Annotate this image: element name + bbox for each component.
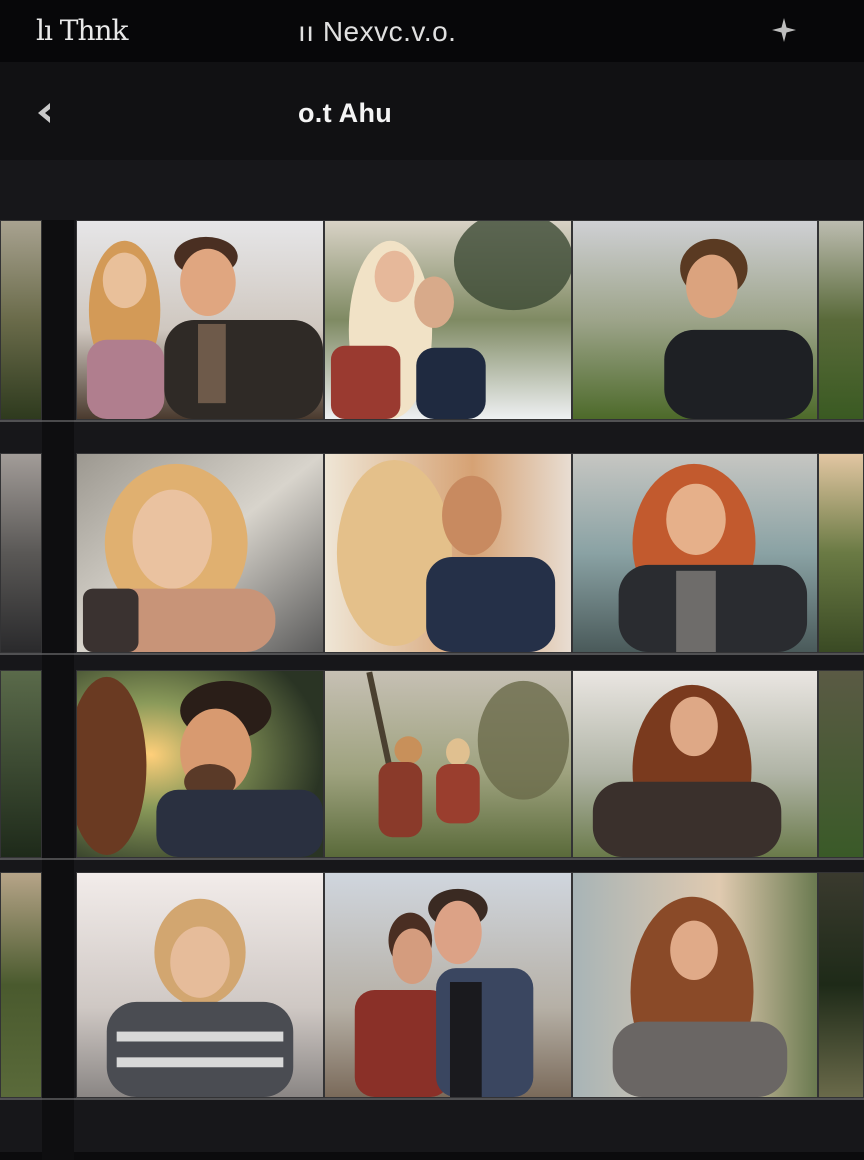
photo-thumbnail[interactable]	[818, 220, 864, 420]
status-bar: lı Thnk ıı Nexvc.v.o.	[0, 0, 864, 62]
gallery-row	[0, 670, 864, 858]
page-title: o.t Ahu	[298, 98, 393, 128]
photo-thumbnail[interactable]	[76, 670, 324, 858]
gallery-row	[0, 872, 864, 1098]
photo-thumbnail[interactable]	[324, 670, 572, 858]
photo-thumbnail[interactable]	[324, 872, 572, 1098]
photo-thumbnail[interactable]	[324, 220, 572, 420]
photo-thumbnail[interactable]	[324, 453, 572, 653]
nav-bar: o.t Ahu	[0, 62, 864, 160]
photo-thumbnail[interactable]	[76, 453, 324, 653]
status-left-text: lı Thnk	[36, 14, 129, 47]
chevron-left-icon[interactable]	[30, 98, 60, 128]
sparkle-icon[interactable]	[770, 16, 798, 44]
gallery-row	[0, 220, 864, 420]
photo-thumbnail[interactable]	[572, 670, 818, 858]
photo-thumbnail[interactable]	[572, 453, 818, 653]
photo-thumbnail[interactable]	[0, 220, 42, 420]
row-divider	[0, 653, 864, 655]
photo-thumbnail[interactable]	[572, 872, 818, 1098]
photo-thumbnail[interactable]	[0, 872, 42, 1098]
row-divider	[0, 1098, 864, 1100]
photo-thumbnail[interactable]	[76, 872, 324, 1098]
photo-thumbnail[interactable]	[572, 220, 818, 420]
gallery-row	[0, 453, 864, 653]
photo-gallery[interactable]	[0, 160, 864, 1160]
photo-thumbnail[interactable]	[818, 872, 864, 1098]
photo-thumbnail[interactable]	[0, 453, 42, 653]
status-center-text: ıı Nexvc.v.o.	[298, 16, 457, 47]
photo-thumbnail[interactable]	[818, 670, 864, 858]
row-divider	[0, 858, 864, 860]
photo-thumbnail[interactable]	[76, 220, 324, 420]
photo-thumbnail[interactable]	[818, 453, 864, 653]
photo-thumbnail[interactable]	[0, 670, 42, 858]
row-divider	[0, 420, 864, 422]
